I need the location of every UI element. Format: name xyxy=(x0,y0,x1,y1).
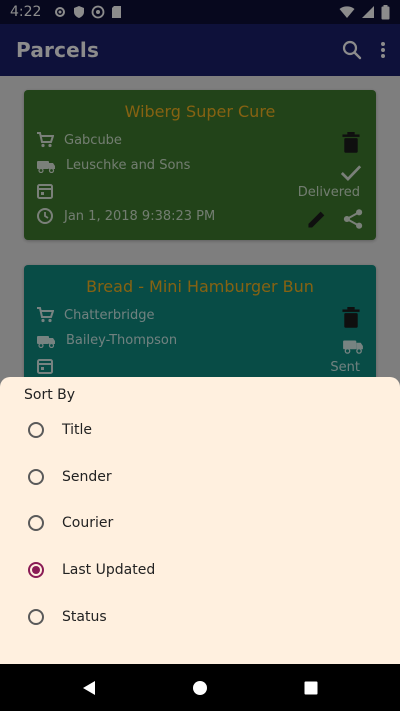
sort-option-label: Courier xyxy=(62,515,114,531)
sort-option-sender[interactable]: Sender xyxy=(28,465,112,489)
sort-option-label: Title xyxy=(62,422,93,438)
sort-option-label: Status xyxy=(62,609,107,625)
system-nav-bar xyxy=(0,664,400,711)
sort-option-last-updated[interactable]: Last Updated xyxy=(28,558,155,582)
sort-heading: Sort By xyxy=(24,387,76,403)
sort-option-title[interactable]: Title xyxy=(28,418,92,442)
radio-button[interactable] xyxy=(28,609,44,625)
radio-button[interactable] xyxy=(28,515,44,531)
recents-icon[interactable] xyxy=(303,680,319,696)
sort-option-label: Sender xyxy=(62,469,112,485)
radio-dot xyxy=(32,566,40,574)
back-icon[interactable] xyxy=(81,680,97,696)
sort-bottom-sheet: Sort By Title Sender Courier Last Update… xyxy=(0,377,400,664)
radio-button[interactable] xyxy=(28,469,44,485)
sort-option-courier[interactable]: Courier xyxy=(28,511,113,535)
sort-option-label: Last Updated xyxy=(62,562,156,578)
sort-option-status[interactable]: Status xyxy=(28,605,107,629)
radio-button[interactable] xyxy=(28,422,44,438)
home-icon[interactable] xyxy=(192,680,208,696)
radio-button-selected[interactable] xyxy=(28,562,44,578)
